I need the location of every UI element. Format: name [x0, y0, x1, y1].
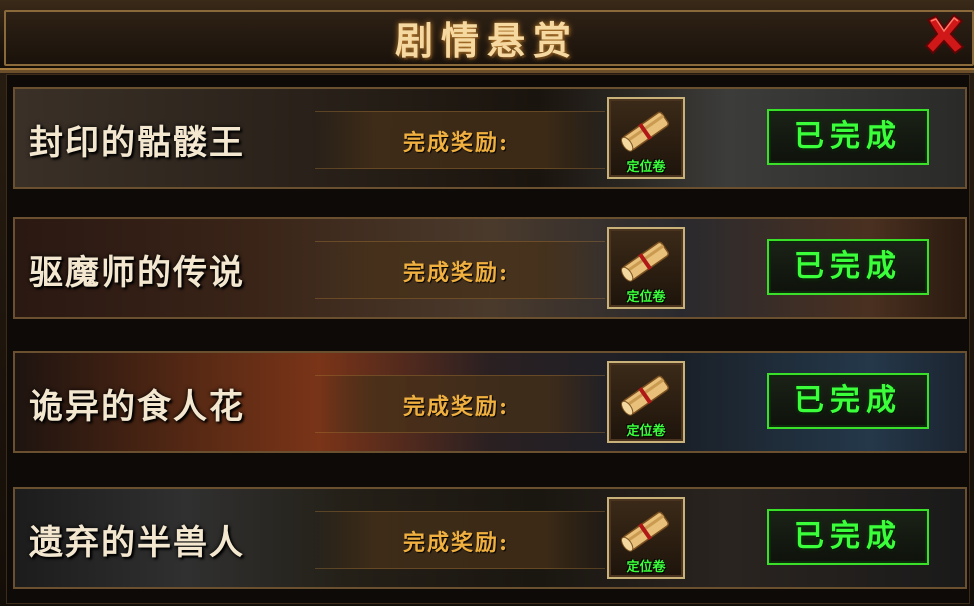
reward-item-name: 定位卷	[626, 560, 666, 575]
quest-name: 遗弃的半兽人	[29, 523, 245, 563]
quest-list: 封印的骷髅王 完成奖励: 定位卷 已完成 驱魔师的传说 完成奖励: 定位卷 已完…	[6, 74, 970, 604]
reward-label: 完成奖励:	[403, 530, 510, 556]
close-icon	[924, 13, 965, 55]
reward-label: 完成奖励:	[403, 394, 510, 420]
reward-item-slot[interactable]: 定位卷	[607, 97, 685, 179]
status-completed-button[interactable]: 已完成	[767, 509, 929, 565]
quest-row: 封印的骷髅王 完成奖励: 定位卷 已完成	[13, 87, 967, 189]
title-bar: 剧情悬赏	[0, 0, 974, 73]
quest-name: 诡异的食人花	[29, 387, 245, 427]
reward-item-slot[interactable]: 定位卷	[607, 227, 685, 309]
status-completed-button[interactable]: 已完成	[767, 239, 929, 295]
reward-item-slot[interactable]: 定位卷	[607, 497, 685, 579]
quest-name: 驱魔师的传说	[29, 253, 245, 293]
reward-label: 完成奖励:	[403, 130, 510, 156]
quest-row: 遗弃的半兽人 完成奖励: 定位卷 已完成	[13, 487, 967, 589]
quest-name: 封印的骷髅王	[29, 123, 245, 163]
reward-item-name: 定位卷	[626, 290, 666, 305]
reward-item-slot[interactable]: 定位卷	[607, 361, 685, 443]
close-button[interactable]	[922, 12, 966, 56]
reward-item-name: 定位卷	[626, 424, 666, 439]
scroll-icon	[621, 375, 670, 416]
scroll-icon	[621, 511, 670, 552]
reward-label: 完成奖励:	[403, 260, 510, 286]
quest-window: 剧情悬赏 封印的骷髅王 完成奖励: 定位卷 已完成 驱魔师的传说 完成奖励: 定…	[0, 0, 974, 606]
status-completed-button[interactable]: 已完成	[767, 109, 929, 165]
window-title: 剧情悬赏	[394, 18, 579, 63]
quest-row: 驱魔师的传说 完成奖励: 定位卷 已完成	[13, 217, 967, 319]
scroll-icon	[621, 241, 670, 282]
scroll-icon	[621, 111, 670, 152]
quest-row: 诡异的食人花 完成奖励: 定位卷 已完成	[13, 351, 967, 453]
status-completed-button[interactable]: 已完成	[767, 373, 929, 429]
reward-item-name: 定位卷	[626, 160, 666, 175]
